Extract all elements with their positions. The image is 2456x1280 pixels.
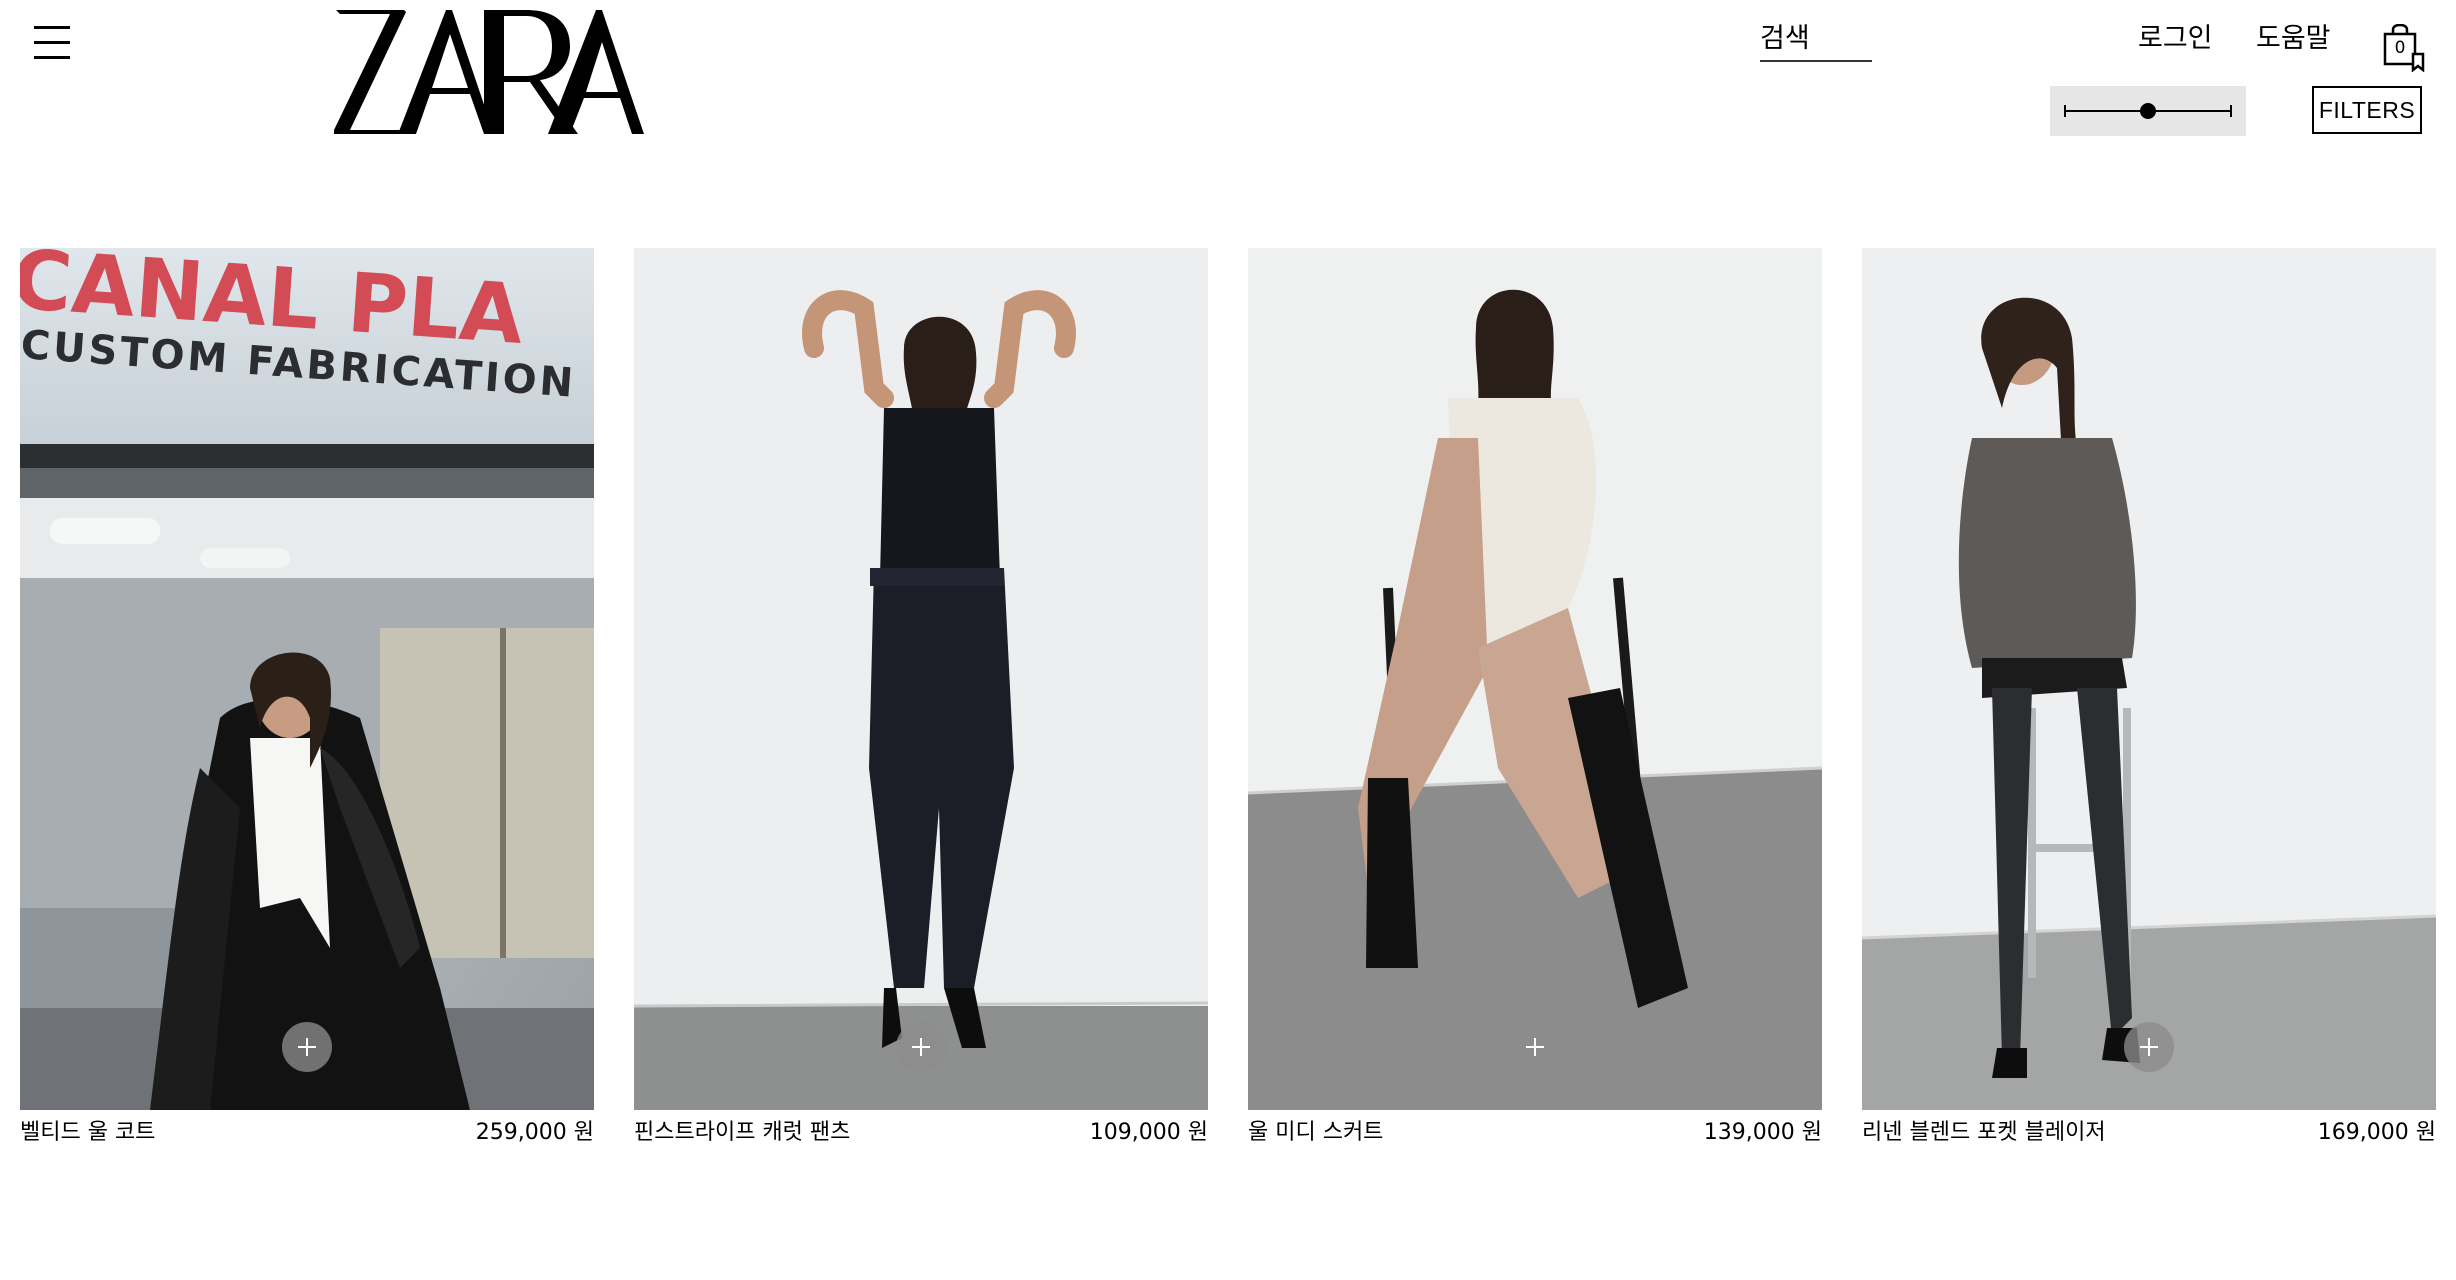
product-card[interactable]: 핀스트라이프 캐럿 팬츠 109,000 원: [634, 248, 1208, 1158]
product-name[interactable]: 리넨 블렌드 포켓 블레이저: [1862, 1118, 2106, 1148]
search-link[interactable]: 검색: [1760, 22, 1872, 62]
product-image[interactable]: [1862, 248, 2436, 1110]
zoom-slider-max-tick: [2230, 105, 2232, 117]
product-photo: [634, 248, 1208, 1110]
product-name[interactable]: 핀스트라이프 캐럿 팬츠: [634, 1118, 850, 1148]
product-price: 109,000 원: [1089, 1120, 1208, 1145]
zoom-slider-min-tick: [2064, 105, 2066, 117]
add-to-bag-button[interactable]: [2124, 1022, 2174, 1072]
add-to-bag-button[interactable]: [1510, 1022, 1560, 1072]
product-card[interactable]: 울 미디 스커트 139,000 원: [1248, 248, 1822, 1158]
zoom-slider-thumb[interactable]: [2140, 103, 2156, 119]
product-image[interactable]: [634, 248, 1208, 1110]
zara-logo[interactable]: [334, 6, 644, 138]
product-photo: [1248, 248, 1822, 1110]
zara-logo-wordmark: [334, 10, 644, 134]
shopping-bag-button[interactable]: 0: [2382, 24, 2426, 72]
product-card[interactable]: CANAL PLA CUSTOM FABRICATION 벨티드 울 코트 25…: [20, 248, 594, 1158]
product-image[interactable]: CANAL PLA CUSTOM FABRICATION: [20, 248, 594, 1110]
product-price: 259,000 원: [475, 1120, 594, 1145]
product-price: 169,000 원: [2317, 1120, 2436, 1145]
help-link[interactable]: 도움말: [2256, 22, 2331, 56]
add-to-bag-button[interactable]: [282, 1022, 332, 1072]
product-name[interactable]: 울 미디 스커트: [1248, 1118, 1383, 1148]
add-to-bag-button[interactable]: [896, 1022, 946, 1072]
product-name[interactable]: 벨티드 울 코트: [20, 1118, 155, 1148]
filters-button[interactable]: FILTERS: [2312, 86, 2422, 134]
cart-count: 0: [2394, 38, 2406, 58]
login-link[interactable]: 로그인: [2138, 22, 2213, 56]
product-card[interactable]: 리넨 블렌드 포켓 블레이저 169,000 원: [1862, 248, 2436, 1158]
product-photo: CANAL PLA CUSTOM FABRICATION: [20, 248, 594, 1110]
grid-zoom-slider[interactable]: [2050, 86, 2246, 136]
product-photo: [1862, 248, 2436, 1110]
product-image[interactable]: [1248, 248, 1822, 1110]
menu-icon[interactable]: [34, 26, 70, 60]
product-price: 139,000 원: [1703, 1120, 1822, 1145]
